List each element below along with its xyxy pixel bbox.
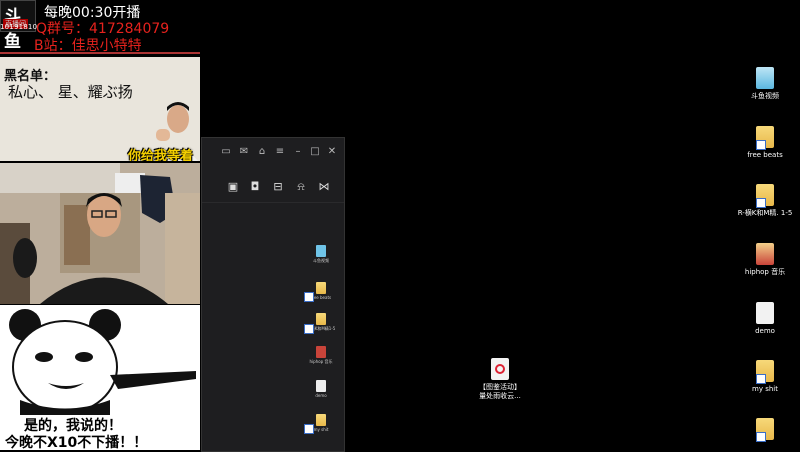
folder-icon (316, 282, 326, 294)
shirt-icon[interactable]: ⌂ (256, 146, 268, 158)
toolbar-divider (202, 202, 344, 203)
meme-panel: 是的，我说的！ 今晚不X10不下播！！ (0, 305, 200, 450)
desktop-icon-folder[interactable] (735, 418, 795, 443)
close-icon[interactable]: ✕ (326, 146, 338, 158)
app-window[interactable]: ▭ ✉ ⌂ ≡ – □ ✕ ▣ ◘ ⊟ ⍾ ⋈ 斗鱼视频 free beats … (201, 137, 345, 452)
app-icon (756, 243, 774, 265)
blacklist-panel: 黑名单： 私心、 星、耀ぶ扬 你给我等着 (0, 57, 200, 161)
mini-icon-label: 斗鱼视频 (313, 258, 329, 263)
panel-caption: 你给我等着 (128, 149, 194, 161)
mini-icon-hiphop[interactable]: hiphop 音乐 (304, 346, 338, 365)
mini-icon-label: my shit (313, 427, 329, 432)
folder-icon (316, 313, 326, 325)
desktop-icon-hiphop[interactable]: hiphop 音乐 (735, 243, 795, 277)
desktop-icon-label: hiphop 音乐 (744, 268, 786, 276)
app-icon (316, 245, 326, 257)
folder-icon (756, 184, 774, 208)
share-icon[interactable]: ⋈ (317, 180, 331, 194)
folder-icon (756, 418, 774, 442)
room-id: 10191810 (0, 23, 38, 31)
webcam-image (0, 163, 200, 304)
desktop-icon-label: demo (755, 327, 775, 335)
mini-icon-label: hiphop 音乐 (309, 359, 333, 364)
mini-icon-my-shit[interactable]: my shit (304, 414, 338, 432)
app-icon (316, 380, 326, 392)
mini-icon-label: demo (315, 393, 327, 398)
desktop-icon-my-shit[interactable]: my shit (735, 360, 795, 394)
app-icon (756, 302, 774, 324)
blacklist-names: 私心、 星、耀ぶ扬 (8, 83, 133, 101)
document-icon (491, 358, 509, 380)
desktop-file-label: 【图鉴活动】 量处雨收云... (479, 383, 521, 400)
layout-icon[interactable]: ⊟ (271, 180, 285, 194)
minimize-icon[interactable]: – (292, 146, 304, 158)
desktop-icon-label: 斗鱼视频 (751, 92, 779, 100)
desktop-icon-douyu-video[interactable]: 斗鱼视频 (735, 67, 795, 101)
mail-icon[interactable]: ✉ (238, 146, 250, 158)
bell-icon[interactable]: ⍾ (294, 180, 308, 194)
folder-icon (756, 360, 774, 384)
desktop-icon-r-folder[interactable]: R-横K和M精. 1-5 (735, 184, 795, 218)
menu-icon[interactable]: ≡ (274, 146, 286, 158)
lock-icon[interactable]: ◘ (248, 180, 262, 194)
app-icon (316, 346, 326, 358)
folder-icon (756, 126, 774, 150)
mini-icon-douyu-video[interactable]: 斗鱼视频 (304, 245, 338, 264)
panda-meme-image (9, 309, 196, 415)
mini-icon-demo[interactable]: demo (304, 380, 338, 398)
desktop-icon-demo[interactable]: demo (735, 302, 795, 336)
mini-icon-r-folder[interactable]: R-横K和M精1-5 (304, 313, 338, 332)
desktop-icon-label: R-横K和M精. 1-5 (737, 209, 793, 217)
desktop-icon-free-beats[interactable]: free beats (735, 126, 795, 160)
desktop-icon-label: my shit (752, 385, 778, 393)
maximize-icon[interactable]: □ (309, 146, 321, 158)
folder-icon (316, 414, 326, 426)
mini-icon-free-beats[interactable]: free beats (304, 282, 338, 300)
divider (0, 52, 200, 54)
webcam-panel (0, 163, 200, 304)
app-icon (756, 67, 774, 89)
gift-icon[interactable]: ▣ (226, 180, 240, 194)
desktop-file-activity[interactable]: 【图鉴活动】 量处雨收云... (470, 358, 530, 401)
screen-icon[interactable]: ▭ (220, 146, 232, 158)
meme-line-2: 今晚不X10不下播！！ (5, 435, 148, 450)
desktop-icon-label: free beats (747, 151, 783, 159)
